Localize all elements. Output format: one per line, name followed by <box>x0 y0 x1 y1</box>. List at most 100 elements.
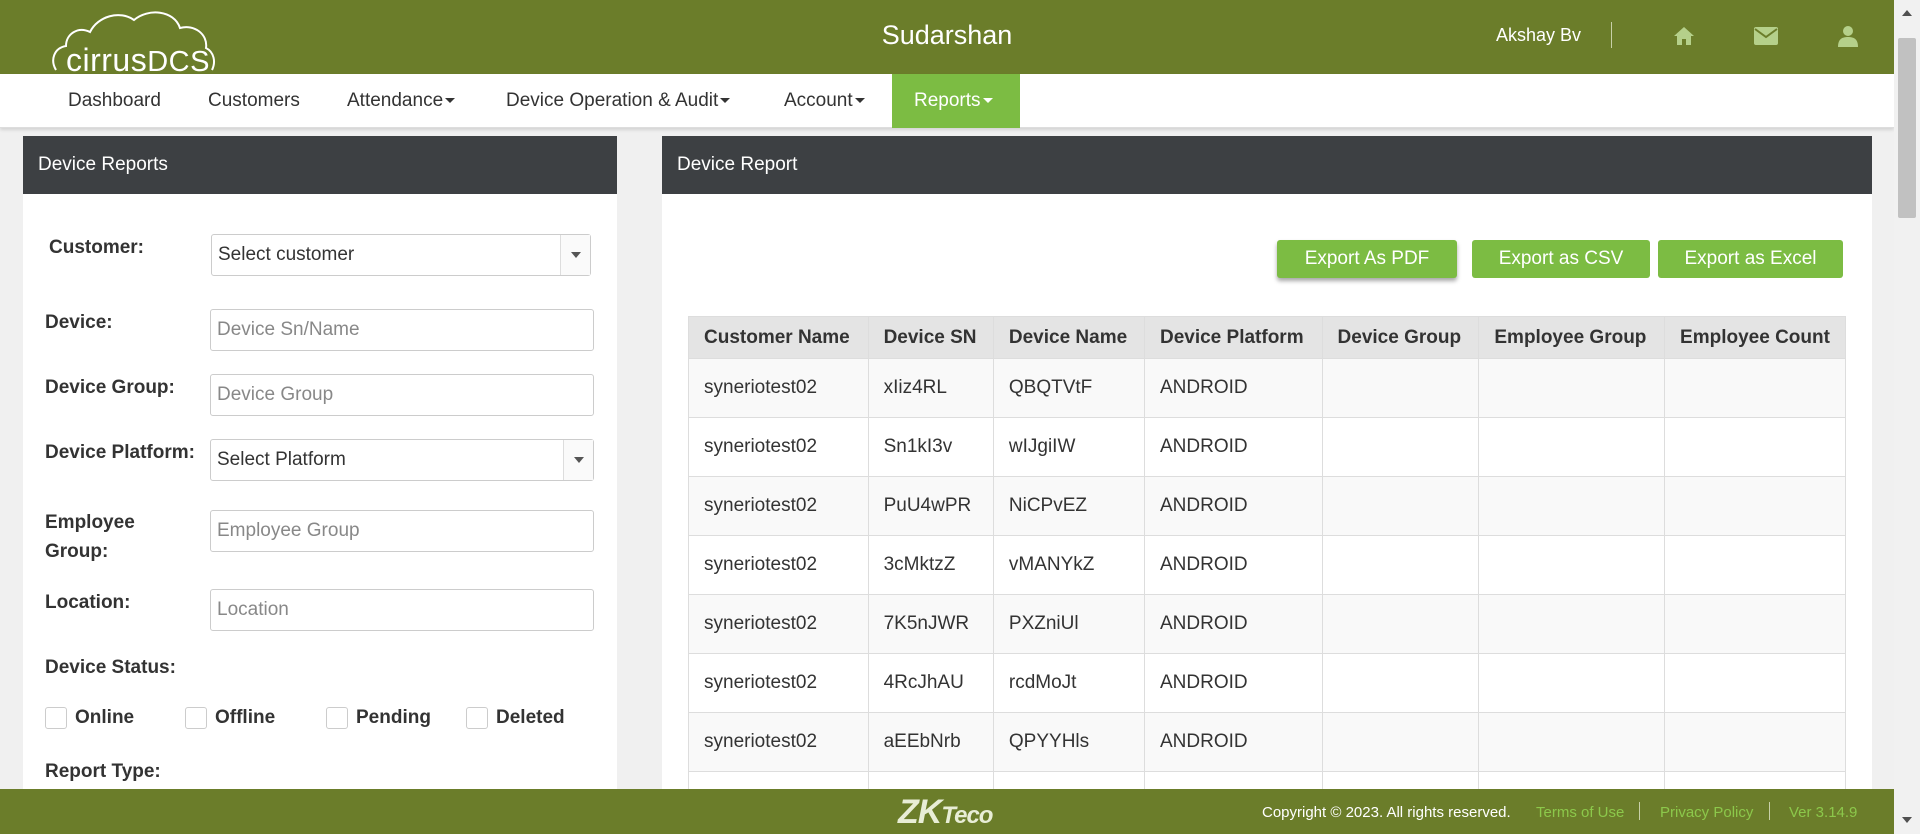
status-deleted-label: Deleted <box>496 707 565 728</box>
nav-account[interactable]: Account <box>762 74 887 128</box>
table-row[interactable] <box>688 771 1846 789</box>
table-header-row: Customer Name Device SN Device Name Devi… <box>688 316 1846 359</box>
cell-device-platform: ANDROID <box>1143 358 1323 418</box>
cell-device-name: QBQTVtF <box>992 358 1145 418</box>
cell-customer-name: syneriotest02 <box>688 712 869 772</box>
col-employee-group[interactable]: Employee Group <box>1478 316 1666 359</box>
report-type-label: Report Type: <box>45 761 161 782</box>
app-title: Sudarshan <box>881 20 1013 50</box>
status-pending-checkbox[interactable]: Pending <box>326 707 431 729</box>
cell-device-sn: 3cMktzZ <box>867 535 994 595</box>
cell-device-platform <box>1143 771 1323 789</box>
nav-device-operation-audit[interactable]: Device Operation & Audit <box>484 74 752 128</box>
table-row[interactable]: syneriotest02 7K5nJWR PXZniUl ANDROID <box>688 594 1846 654</box>
cell-customer-name <box>688 771 869 789</box>
table-row[interactable]: syneriotest02 4RcJhAU rcdMoJt ANDROID <box>688 653 1846 713</box>
table-row[interactable]: syneriotest02 PuU4wPR NiCPvEZ ANDROID <box>688 476 1846 536</box>
chevron-down-icon <box>982 98 993 104</box>
cell-employee-group <box>1478 594 1666 654</box>
cell-device-name <box>992 771 1145 789</box>
col-device-group[interactable]: Device Group <box>1321 316 1480 359</box>
table-row[interactable]: syneriotest02 3cMktzZ vMANYkZ ANDROID <box>688 535 1846 595</box>
col-customer-name[interactable]: Customer Name <box>688 316 869 359</box>
scroll-up-icon[interactable] <box>1902 10 1912 16</box>
cell-employee-group <box>1478 358 1666 418</box>
cell-device-group <box>1321 594 1480 654</box>
location-input[interactable] <box>210 589 594 631</box>
cell-device-platform: ANDROID <box>1143 417 1323 477</box>
device-input[interactable] <box>210 309 594 351</box>
cell-employee-group <box>1478 417 1666 477</box>
customer-select-value: Select customer <box>218 244 355 265</box>
customer-select[interactable]: Select customer <box>211 234 591 276</box>
privacy-policy-link[interactable]: Privacy Policy <box>1660 804 1753 821</box>
footer-divider <box>1769 802 1770 820</box>
table-row[interactable]: syneriotest02 Sn1kI3v wIJgiIW ANDROID <box>688 417 1846 477</box>
nav-customers[interactable]: Customers <box>186 74 322 128</box>
cell-device-platform: ANDROID <box>1143 535 1323 595</box>
cell-device-group <box>1321 653 1480 713</box>
footer-divider <box>1639 802 1640 820</box>
home-icon[interactable] <box>1670 22 1698 50</box>
cell-device-name: vMANYkZ <box>992 535 1145 595</box>
cell-device-platform: ANDROID <box>1143 653 1323 713</box>
cell-employee-count <box>1664 476 1846 536</box>
cell-customer-name: syneriotest02 <box>688 653 869 713</box>
customer-label: Customer: <box>49 237 145 258</box>
version-text: Ver 3.14.9 <box>1789 804 1858 821</box>
checkbox-box[interactable] <box>326 707 348 729</box>
device-reports-title: Device Reports <box>23 136 617 194</box>
cell-device-group <box>1321 358 1480 418</box>
user-icon[interactable] <box>1834 22 1862 50</box>
status-deleted-checkbox[interactable]: Deleted <box>466 707 565 729</box>
status-offline-checkbox[interactable]: Offline <box>185 707 275 729</box>
status-online-checkbox[interactable]: Online <box>45 707 134 729</box>
nav-dashboard-label: Dashboard <box>68 90 161 111</box>
location-label: Location: <box>45 592 131 613</box>
device-report-table-container[interactable]: Customer Name Device SN Device Name Devi… <box>688 316 1846 789</box>
nav-dashboard[interactable]: Dashboard <box>46 74 183 128</box>
page-scrollbar[interactable] <box>1894 0 1920 834</box>
cell-device-sn: xIiz4RL <box>867 358 994 418</box>
cell-device-name: PXZniUl <box>992 594 1145 654</box>
checkbox-box[interactable] <box>185 707 207 729</box>
export-excel-button[interactable]: Export as Excel <box>1658 240 1843 278</box>
header-divider <box>1611 22 1612 48</box>
nav-customers-label: Customers <box>208 90 300 111</box>
export-pdf-button[interactable]: Export As PDF <box>1277 240 1457 278</box>
nav-attendance[interactable]: Attendance <box>325 74 477 128</box>
cell-device-sn <box>867 771 994 789</box>
cell-device-sn: 4RcJhAU <box>867 653 994 713</box>
chevron-down-icon <box>560 235 590 275</box>
terms-of-use-link[interactable]: Terms of Use <box>1536 804 1624 821</box>
scrollbar-thumb[interactable] <box>1898 38 1916 218</box>
col-device-name[interactable]: Device Name <box>992 316 1145 359</box>
cell-device-group <box>1321 771 1480 789</box>
user-name[interactable]: Akshay Bv <box>1496 25 1581 46</box>
checkbox-box[interactable] <box>45 707 67 729</box>
cell-device-name: wIJgiIW <box>992 417 1145 477</box>
nav-reports[interactable]: Reports <box>892 74 1020 128</box>
envelope-icon[interactable] <box>1752 22 1780 50</box>
cell-device-group <box>1321 535 1480 595</box>
nav-device-operation-audit-label: Device Operation & Audit <box>506 90 719 111</box>
export-csv-button[interactable]: Export as CSV <box>1472 240 1650 278</box>
cell-employee-count <box>1664 358 1846 418</box>
col-device-platform[interactable]: Device Platform <box>1143 316 1323 359</box>
table-row[interactable]: syneriotest02 aEEbNrb QPYYHls ANDROID <box>688 712 1846 772</box>
platform-select-value: Select Platform <box>217 449 346 470</box>
device-group-input[interactable] <box>210 374 594 416</box>
device-status-label: Device Status: <box>45 657 176 678</box>
copyright-text: Copyright © 2023. All rights reserved. <box>1262 804 1511 821</box>
employee-group-input[interactable] <box>210 510 594 552</box>
table-row[interactable]: syneriotest02 xIiz4RL QBQTVtF ANDROID <box>688 358 1846 418</box>
checkbox-box[interactable] <box>466 707 488 729</box>
platform-select[interactable]: Select Platform <box>210 439 594 481</box>
cell-device-platform: ANDROID <box>1143 476 1323 536</box>
col-device-sn[interactable]: Device SN <box>867 316 994 359</box>
col-employee-count[interactable]: Employee Count <box>1664 316 1846 359</box>
cell-device-group <box>1321 476 1480 536</box>
cell-device-sn: aEEbNrb <box>867 712 994 772</box>
scroll-down-icon[interactable] <box>1902 817 1912 823</box>
cell-device-name: rcdMoJt <box>992 653 1145 713</box>
